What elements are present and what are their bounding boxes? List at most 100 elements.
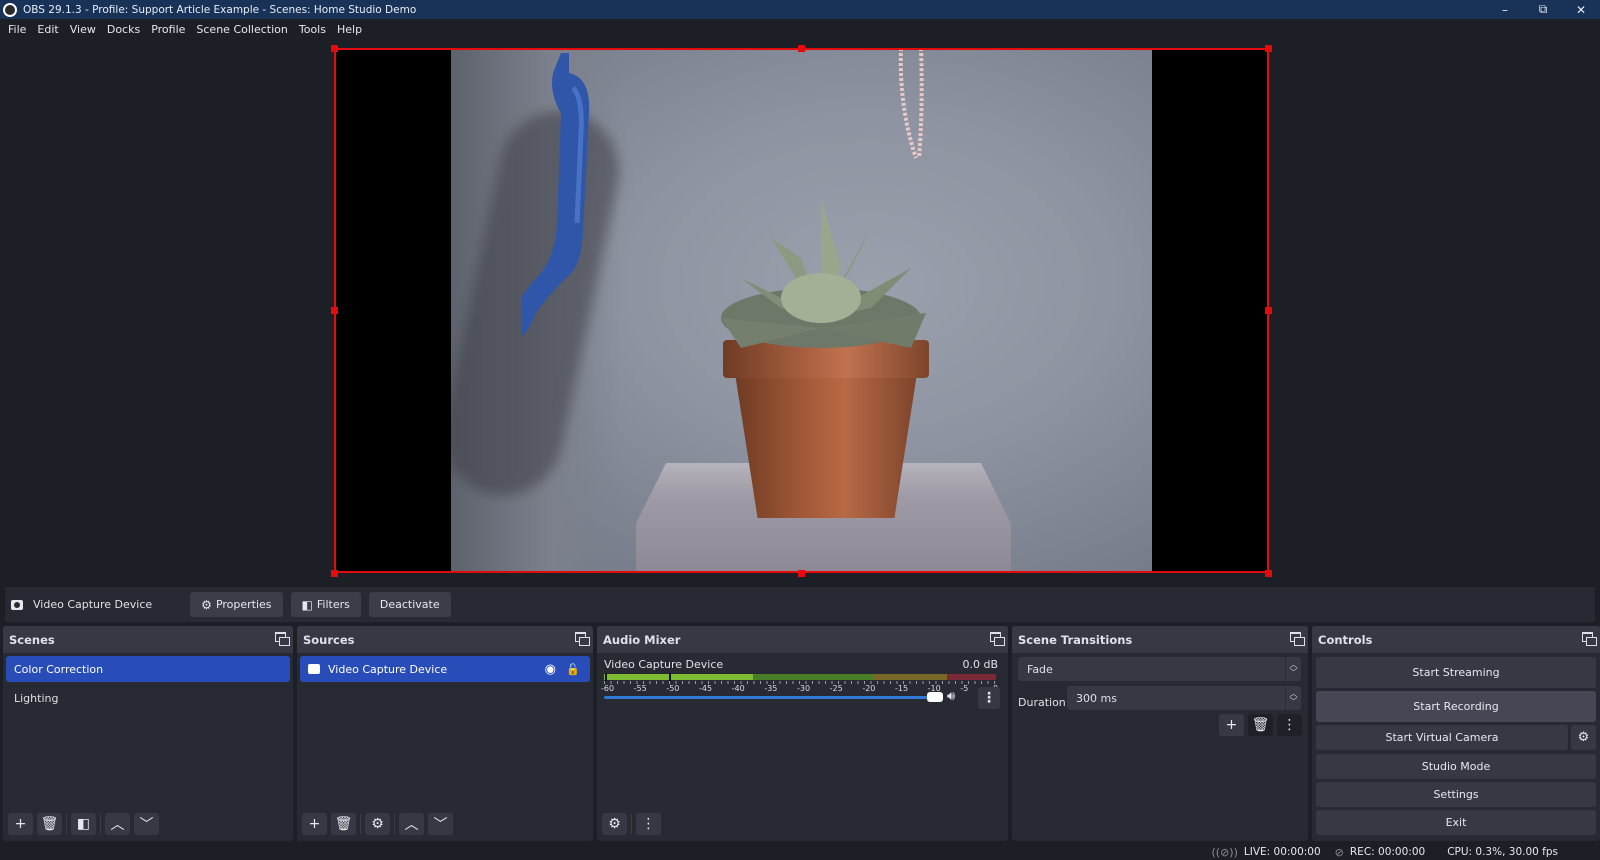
resize-handle-l[interactable] [331, 307, 338, 314]
meter-tick-label: -5 [960, 684, 969, 693]
menu-docks[interactable]: Docks [102, 23, 145, 36]
chevron-down-icon: ﹀ [139, 817, 154, 833]
transition-select[interactable]: Fade ︿ ﹀ [1018, 657, 1301, 681]
studio-mode-button[interactable]: Studio Mode [1316, 754, 1596, 779]
window-title: OBS 29.1.3 - Profile: Support Article Ex… [23, 3, 417, 16]
menu-edit[interactable]: Edit [32, 23, 63, 36]
remove-source-button[interactable]: 🗑 [331, 813, 356, 835]
menu-scene-collection[interactable]: Scene Collection [191, 23, 292, 36]
kebab-icon: ⋮ [641, 816, 656, 832]
rec-timer: REC: 00:00:00 [1349, 846, 1426, 858]
filter-icon: ◧ [76, 816, 91, 832]
source-properties-button[interactable]: ⚙ [365, 813, 390, 835]
resize-handle-br[interactable] [1265, 570, 1272, 577]
scene-item-lighting[interactable]: Lighting [6, 685, 290, 711]
stream-offline-icon: ((⊘)) [1211, 845, 1238, 859]
menu-profile[interactable]: Profile [146, 23, 190, 36]
resize-handle-r[interactable] [1265, 307, 1272, 314]
close-button[interactable]: ✕ [1562, 0, 1600, 19]
trash-icon: 🗑 [334, 816, 353, 832]
add-transition-button[interactable]: + [1219, 714, 1244, 736]
menu-file[interactable]: File [3, 23, 31, 36]
live-timer: LIVE: 00:00:00 [1243, 846, 1321, 858]
gear-icon: ⚙ [201, 597, 212, 612]
cpu-fps: CPU: 0.3%, 30.00 fps [1447, 846, 1558, 858]
exit-button[interactable]: Exit [1316, 810, 1596, 835]
resize-handle-tl[interactable] [331, 45, 338, 52]
properties-button[interactable]: ⚙ Properties [190, 592, 283, 617]
meter-tick-label: -30 [797, 684, 811, 693]
source-toolbar: Video Capture Device ⚙ Properties ◧ Filt… [5, 587, 1595, 622]
move-source-up-button[interactable]: ︿ [399, 813, 424, 835]
add-scene-button[interactable]: + [8, 813, 33, 835]
controls-title: Controls [1318, 632, 1373, 647]
remove-scene-button[interactable]: 🗑 [37, 813, 62, 835]
resize-handle-t[interactable] [798, 45, 805, 52]
remove-transition-button[interactable]: 🗑 [1248, 714, 1273, 736]
meter-tick-label: -60 [601, 684, 615, 693]
obs-logo-icon [3, 2, 17, 17]
undock-icon[interactable] [1582, 632, 1597, 646]
mixer-channel-name: Video Capture Device [604, 658, 724, 671]
meter-peak-marker [605, 673, 607, 681]
move-scene-up-button[interactable]: ︿ [105, 813, 130, 835]
selected-source-name: Video Capture Device [33, 598, 153, 611]
speaker-icon[interactable]: 🔊︎ [947, 689, 955, 704]
menu-help[interactable]: Help [332, 23, 367, 36]
selection-bounding-box[interactable] [334, 48, 1269, 573]
duration-spinbox[interactable]: 300 ms ︿ ﹀ [1067, 686, 1301, 710]
virtual-camera-settings-button[interactable]: ⚙ [1571, 725, 1596, 750]
audio-mixer-dock: Audio Mixer Video Capture Device 0.0 dB … [597, 626, 1008, 841]
volume-slider[interactable] [604, 696, 940, 699]
lock-icon[interactable]: 🔓 [566, 663, 580, 676]
menu-bar: File Edit View Docks Profile Scene Colle… [0, 19, 1600, 40]
recording-offline-icon: ⊘ [1334, 845, 1344, 859]
undock-icon[interactable] [575, 632, 590, 646]
meter-tick-label: -25 [829, 684, 843, 693]
scenes-dock: Scenes Color Correction Lighting + 🗑 ◧ ︿… [3, 626, 293, 841]
add-source-button[interactable]: + [302, 813, 327, 835]
undock-icon[interactable] [990, 632, 1005, 646]
start-virtual-camera-button[interactable]: Start Virtual Camera [1316, 725, 1568, 750]
scene-transitions-dock: Scene Transitions Fade ︿ ﹀ Duration 300 m… [1012, 626, 1308, 841]
undock-icon[interactable] [1290, 632, 1305, 646]
settings-button[interactable]: Settings [1316, 782, 1596, 807]
resize-handle-bl[interactable] [331, 570, 338, 577]
source-item-video-capture-device[interactable]: Video Capture Device ◉ 🔓 [300, 656, 590, 682]
advanced-audio-properties-button[interactable]: ⚙ [602, 813, 627, 835]
scene-item-color-correction[interactable]: Color Correction [6, 656, 290, 682]
volume-slider-handle[interactable] [927, 692, 943, 702]
meter-tick-label: -35 [764, 684, 778, 693]
resize-handle-b[interactable] [798, 570, 805, 577]
eye-icon[interactable]: ◉ [545, 662, 556, 677]
camera-icon [308, 664, 320, 674]
meter-tick-label: -20 [862, 684, 876, 693]
meter-tick-label: -15 [895, 684, 909, 693]
spin-arrows-icon[interactable]: ︿ ﹀ [1285, 686, 1301, 710]
chevron-down-icon: ﹀ [433, 817, 448, 833]
scene-filters-button[interactable]: ◧ [71, 813, 96, 835]
maximize-button[interactable]: ⧉ [1524, 0, 1562, 19]
gear-icon: ⚙ [371, 816, 384, 832]
scenes-title: Scenes [9, 632, 55, 647]
minimize-button[interactable]: – [1486, 0, 1524, 19]
mixer-menu-button[interactable]: ⋮ [636, 813, 661, 835]
status-bar: ((⊘)) LIVE: 00:00:00 ⊘ REC: 00:00:00 CPU… [0, 844, 1600, 860]
menu-view[interactable]: View [65, 23, 101, 36]
filters-button[interactable]: ◧ Filters [290, 592, 361, 617]
chevron-updown-icon: ︿ ﹀ [1285, 657, 1301, 681]
resize-handle-tr[interactable] [1265, 45, 1272, 52]
start-streaming-button[interactable]: Start Streaming [1316, 657, 1596, 688]
chevron-up-icon: ︿ [110, 817, 125, 833]
start-recording-button[interactable]: Start Recording [1316, 691, 1596, 722]
trash-icon: 🗑 [40, 816, 59, 832]
move-source-down-button[interactable]: ﹀ [428, 813, 453, 835]
gear-icon: ⚙ [1577, 730, 1590, 745]
undock-icon[interactable] [275, 632, 290, 646]
sources-title: Sources [303, 632, 355, 647]
menu-tools[interactable]: Tools [294, 23, 331, 36]
mixer-channel-menu-button[interactable]: ⋮ [978, 687, 1000, 709]
deactivate-button[interactable]: Deactivate [368, 592, 451, 617]
transition-properties-button[interactable]: ⋮ [1277, 714, 1302, 736]
move-scene-down-button[interactable]: ﹀ [134, 813, 159, 835]
